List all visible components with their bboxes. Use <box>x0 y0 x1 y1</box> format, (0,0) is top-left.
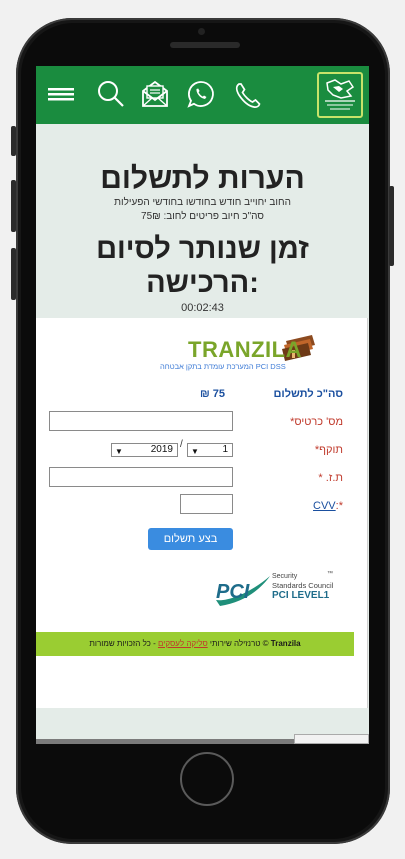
footer-copyright: © טרנזילה שירותי <box>209 639 269 648</box>
cvv-help-link[interactable]: CVV <box>313 500 336 512</box>
cvv-required-mark: *: <box>335 500 343 512</box>
page-subtitle-line2: סה"כ חיוב פריטים לחוב: 75₪ <box>141 211 264 222</box>
footer-link[interactable]: סליקה לעסקים <box>158 639 208 648</box>
phone-icon[interactable] <box>232 80 262 110</box>
expiry-month-select[interactable]: ▼ 1 <box>187 443 233 457</box>
countdown-title-line2: הרכישה: <box>146 267 259 299</box>
tranzila-footer: Tranzila © טרנזילה שירותי סליקה לעסקים -… <box>36 632 354 656</box>
pci-logo-icon: PCI <box>216 576 270 606</box>
id-label: ת.ז. * <box>318 472 343 484</box>
expiry-year-select[interactable]: ▼ 2019 <box>111 443 178 457</box>
page-title: הערות לתשלום <box>100 162 305 195</box>
expiry-label: תוקף* <box>314 444 343 456</box>
home-button[interactable] <box>180 752 234 806</box>
expiry-separator: / <box>180 439 183 450</box>
expiry-month-value: 1 <box>222 444 228 455</box>
email-icon[interactable] <box>140 79 170 109</box>
municipal-logo[interactable] <box>317 72 363 118</box>
phone-screen: הערות לתשלום החוב יחוייב חודש בחודשו בחו… <box>36 66 369 744</box>
whatsapp-icon[interactable] <box>186 79 216 109</box>
pci-tm: ™ <box>327 571 333 577</box>
tranzila-tagline: המערכת עומדת בתקן אבטחה PCI DSS <box>160 362 286 371</box>
search-icon[interactable] <box>96 79 126 109</box>
countdown-title-line1: זמן שנותר לסיום <box>96 233 309 265</box>
silent-switch <box>11 126 16 156</box>
tranzila-brand: TRANZILA <box>188 337 302 362</box>
pci-logo-text: PCI <box>216 581 250 603</box>
volume-down-button <box>11 248 16 300</box>
municipal-logo-icon <box>325 79 355 110</box>
page-bottom-box <box>294 734 369 744</box>
pci-line1: Security <box>272 573 298 580</box>
menu-icon[interactable] <box>48 84 74 104</box>
card-number-label: מס' כרטיס* <box>290 416 343 428</box>
chevron-down-icon: ▼ <box>115 447 123 456</box>
cvv-input[interactable] <box>180 494 233 514</box>
footer-brand: Tranzila <box>270 639 301 648</box>
volume-up-button <box>11 180 16 232</box>
id-input[interactable] <box>49 467 233 487</box>
pci-line3: PCI LEVEL1 <box>272 590 330 601</box>
card-number-input[interactable] <box>49 411 233 431</box>
total-amount: ₪ 75 <box>200 388 226 400</box>
submit-payment-button[interactable]: בצע תשלום <box>148 528 233 550</box>
site-header <box>36 66 369 124</box>
chevron-down-icon: ▼ <box>191 447 199 456</box>
power-button <box>389 186 394 266</box>
phone-camera <box>198 28 205 35</box>
cvv-label: *:CVV <box>313 500 343 512</box>
page-subtitle-line1: החוב יחוייב חודש בחודשו בחודשי הפעילות <box>114 197 291 208</box>
expiry-year-value: 2019 <box>150 444 173 455</box>
pci-line2: Standards Council <box>272 581 334 590</box>
countdown-timer: 00:02:43 <box>181 302 224 314</box>
countdown-title: זמן שנותר לסיום הרכישה: <box>36 232 369 300</box>
total-label: סה"כ לתשלום <box>273 388 344 400</box>
phone-speaker <box>170 42 240 48</box>
footer-rights: - כל הזכויות שמורות <box>89 639 156 648</box>
